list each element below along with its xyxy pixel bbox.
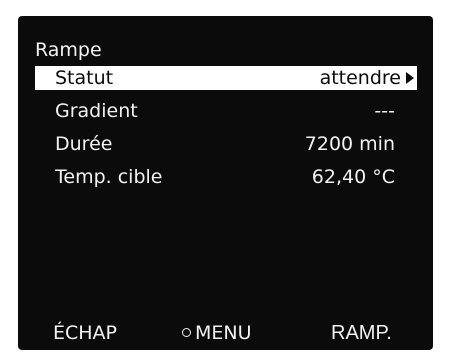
row-duree-label: Durée (55, 133, 113, 155)
softkey-escape[interactable]: ÉCHAP (53, 320, 117, 346)
triangle-right-icon (406, 72, 414, 84)
row-statut-value: attendre (319, 67, 401, 89)
row-duree-value: 7200 min (304, 133, 395, 155)
row-temp-cible-label: Temp. cible (55, 166, 163, 188)
row-gradient[interactable]: Gradient --- (35, 99, 417, 123)
circle-icon (182, 328, 191, 337)
softkey-ramp[interactable]: RAMP. (331, 320, 392, 346)
row-statut-label: Statut (55, 67, 114, 89)
row-duree[interactable]: Durée 7200 min (35, 132, 417, 156)
row-statut[interactable]: Statut attendre (35, 66, 417, 90)
row-gradient-value: --- (374, 100, 395, 122)
softkey-menu-label: MENU (195, 322, 252, 344)
device-display: Rampe Statut attendre Gradient --- Durée… (18, 16, 433, 350)
row-temp-cible[interactable]: Temp. cible 62,40 °C (35, 165, 417, 189)
row-temp-cible-value: 62,40 °C (311, 166, 395, 188)
softkey-menu[interactable]: MENU (182, 320, 252, 346)
menu-title: Rampe (35, 39, 102, 61)
row-gradient-label: Gradient (55, 100, 138, 122)
